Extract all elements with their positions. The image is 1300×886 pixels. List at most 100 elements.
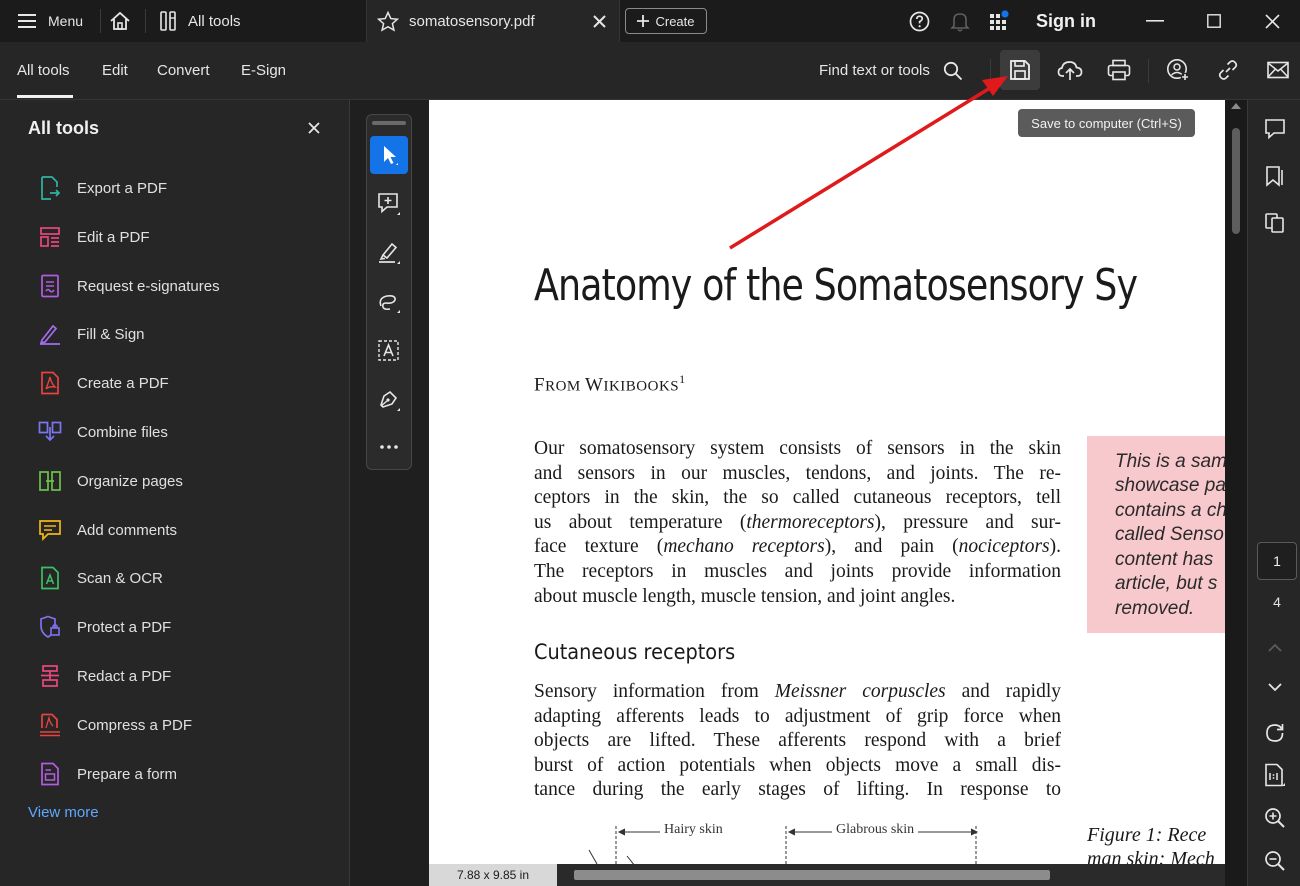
- create-button[interactable]: Create: [625, 8, 707, 34]
- comment-add-icon: [378, 193, 400, 215]
- prepare-form-icon: [38, 762, 62, 786]
- text-line: us about temperature (thermoreceptors), …: [534, 511, 1061, 533]
- menu-button[interactable]: Menu: [18, 0, 83, 42]
- close-icon: [593, 14, 606, 28]
- pages-panel-button[interactable]: [1256, 204, 1294, 242]
- sign-in-button[interactable]: Sign in: [1036, 0, 1096, 42]
- text-line: about muscle length, muscle tension, and…: [534, 585, 956, 607]
- tool-scan-ocr[interactable]: Scan & OCR: [38, 560, 318, 596]
- highlight-tool-button[interactable]: [370, 234, 408, 272]
- tool-prepare-form[interactable]: Prepare a form: [38, 756, 318, 792]
- tool-export-pdf[interactable]: Export a PDF: [38, 170, 318, 206]
- tab-label: E-Sign: [241, 62, 287, 79]
- document-source: FROM WIKIBOOKS1: [534, 372, 686, 396]
- previous-page-button[interactable]: [1256, 628, 1294, 666]
- tools-icon: [160, 11, 176, 31]
- draw-tool-button[interactable]: [370, 283, 408, 321]
- tool-label: Fill & Sign: [77, 325, 145, 343]
- tool-redact-pdf[interactable]: Redact a PDF: [38, 658, 318, 694]
- maximize-button[interactable]: [1207, 0, 1221, 42]
- tab-label: Convert: [157, 62, 210, 79]
- all-tools-tab[interactable]: All tools: [160, 0, 241, 42]
- copy-link-button[interactable]: [1208, 50, 1248, 90]
- add-comment-tool-button[interactable]: [370, 185, 408, 223]
- tool-add-comments[interactable]: Add comments: [38, 512, 318, 548]
- fit-page-button[interactable]: [1256, 756, 1294, 794]
- tool-label: Organize pages: [77, 472, 183, 490]
- bookmark-icon: [1266, 166, 1283, 187]
- home-button[interactable]: [108, 0, 132, 42]
- divider: [1148, 59, 1149, 83]
- chevron-down-icon: [1268, 682, 1282, 691]
- current-page-input[interactable]: 1: [1257, 542, 1297, 580]
- close-panel-button[interactable]: [308, 122, 320, 134]
- find-text-tools[interactable]: Find text or tools: [819, 42, 963, 99]
- sign-tool-button[interactable]: [370, 381, 408, 419]
- close-tab-button[interactable]: [593, 0, 606, 42]
- tool-label: Edit a PDF: [77, 228, 150, 246]
- create-label: Create: [655, 13, 695, 29]
- title-bar: Menu All tools somatosensory.pdf Create …: [0, 0, 1300, 43]
- tool-request-esignatures[interactable]: Request e-signatures: [38, 268, 318, 304]
- vertical-scrollbar[interactable]: [1225, 100, 1247, 886]
- edit-pdf-icon: [38, 225, 62, 249]
- note-line: article, but s: [1115, 573, 1218, 594]
- figure-caption: man skin: Mech: [1087, 848, 1215, 864]
- tool-label: Create a PDF: [77, 374, 169, 392]
- tool-label: Redact a PDF: [77, 667, 172, 685]
- drag-handle[interactable]: [372, 121, 406, 125]
- tool-edit-pdf[interactable]: Edit a PDF: [38, 219, 318, 255]
- share-user-button[interactable]: [1158, 50, 1198, 90]
- save-icon: [1010, 60, 1030, 80]
- minimize-button[interactable]: [1146, 0, 1164, 42]
- note-line: This is a samp: [1115, 451, 1225, 472]
- tool-protect-pdf[interactable]: Protect a PDF: [38, 609, 318, 645]
- tab-all-tools[interactable]: All tools: [17, 42, 70, 99]
- notifications-button[interactable]: [950, 0, 970, 42]
- upload-button[interactable]: [1050, 50, 1090, 90]
- help-button[interactable]: [909, 0, 930, 42]
- select-tool-button[interactable]: [370, 136, 408, 174]
- figure-label-hairy: Hairy skin: [660, 822, 727, 838]
- bookmarks-panel-button[interactable]: [1256, 157, 1294, 195]
- next-page-button[interactable]: [1256, 668, 1294, 706]
- document-tab[interactable]: somatosensory.pdf: [366, 0, 620, 43]
- tool-organize-pages[interactable]: Organize pages: [38, 463, 318, 499]
- page-size-label: 7.88 x 9.85 in: [429, 864, 557, 886]
- zoom-in-button[interactable]: [1256, 799, 1294, 837]
- vertical-scroll-thumb[interactable]: [1232, 128, 1240, 234]
- quick-tools-strip: [366, 114, 412, 470]
- more-tools-button[interactable]: [370, 428, 408, 466]
- rotate-button[interactable]: [1256, 714, 1294, 752]
- divider: [990, 59, 991, 83]
- zoom-in-icon: [1265, 808, 1285, 828]
- pdf-page[interactable]: Anatomy of the Somatosensory Sy FROM WIK…: [429, 100, 1225, 864]
- divider: [100, 9, 101, 33]
- zoom-out-button[interactable]: [1256, 842, 1294, 880]
- tab-e-sign[interactable]: E-Sign: [241, 42, 286, 99]
- star-icon[interactable]: [377, 10, 399, 32]
- divider: [145, 9, 146, 33]
- tab-convert[interactable]: Convert: [157, 42, 210, 99]
- email-button[interactable]: [1258, 50, 1298, 90]
- close-window-button[interactable]: [1265, 0, 1280, 42]
- tool-combine-files[interactable]: Combine files: [38, 414, 318, 450]
- tab-edit[interactable]: Edit: [102, 42, 128, 99]
- scroll-up-arrow-icon[interactable]: [1231, 103, 1241, 109]
- horizontal-scroll-thumb[interactable]: [574, 870, 1050, 880]
- close-window-icon: [1265, 13, 1280, 29]
- tool-create-pdf[interactable]: Create a PDF: [38, 365, 318, 401]
- print-button[interactable]: [1099, 50, 1139, 90]
- save-button[interactable]: [1000, 50, 1040, 90]
- text-line: adapting afferents leads to adjustment o…: [534, 705, 1061, 727]
- note-line: called Senso: [1115, 524, 1224, 545]
- apps-button[interactable]: [989, 0, 1011, 42]
- comments-panel-button[interactable]: [1256, 110, 1294, 148]
- add-user-icon: [1167, 59, 1190, 82]
- horizontal-scrollbar[interactable]: [557, 864, 1225, 886]
- tool-fill-sign[interactable]: Fill & Sign: [38, 316, 318, 352]
- view-more-link[interactable]: View more: [28, 804, 99, 821]
- text-box-tool-button[interactable]: [370, 332, 408, 370]
- tool-compress-pdf[interactable]: Compress a PDF: [38, 707, 318, 743]
- add-comments-icon: [38, 518, 62, 542]
